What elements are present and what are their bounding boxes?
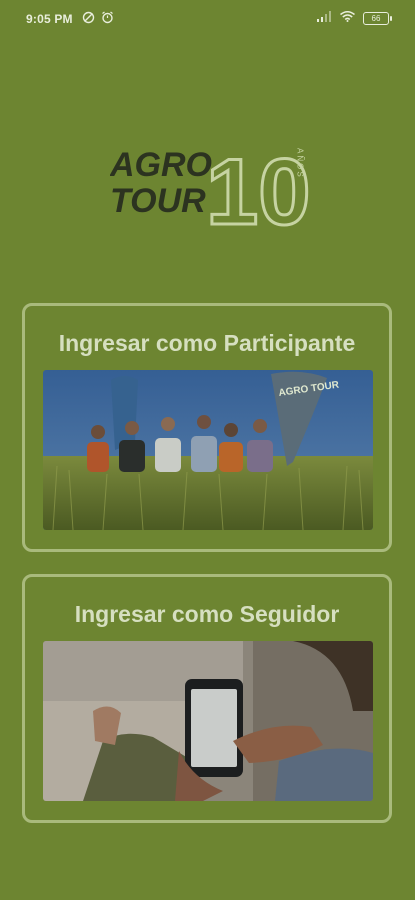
group-in-wheat-field-photo[interactable]: AGRO TOUR <box>43 370 373 530</box>
status-left-icons <box>82 11 114 27</box>
agrotour-logo: AGRO TOUR 10 AÑOS <box>109 128 315 246</box>
follower-login-card[interactable]: Ingresar como Seguidor <box>22 574 392 823</box>
participant-card-title: Ingresar como Participante <box>58 330 356 356</box>
at-sign-icon <box>82 11 95 27</box>
signal-icon <box>317 11 332 25</box>
wifi-icon <box>340 11 355 25</box>
battery-icon: 66 <box>363 11 392 25</box>
follower-card-title: Ingresar como Seguidor <box>74 601 340 627</box>
participant-login-card[interactable]: Ingresar como Participante AGRO TOUR <box>22 303 392 552</box>
status-right-icons: 66 <box>317 11 392 25</box>
status-bar: 9:05 PM 66 <box>0 0 415 36</box>
person-holding-phone-photo[interactable] <box>43 641 373 801</box>
status-time: 9:05 PM <box>26 12 73 26</box>
logo-suffix: AÑOS <box>296 148 305 179</box>
alarm-icon <box>101 11 114 27</box>
logo-line2: TOUR <box>110 182 206 220</box>
logo-line1: AGRO <box>110 146 212 184</box>
